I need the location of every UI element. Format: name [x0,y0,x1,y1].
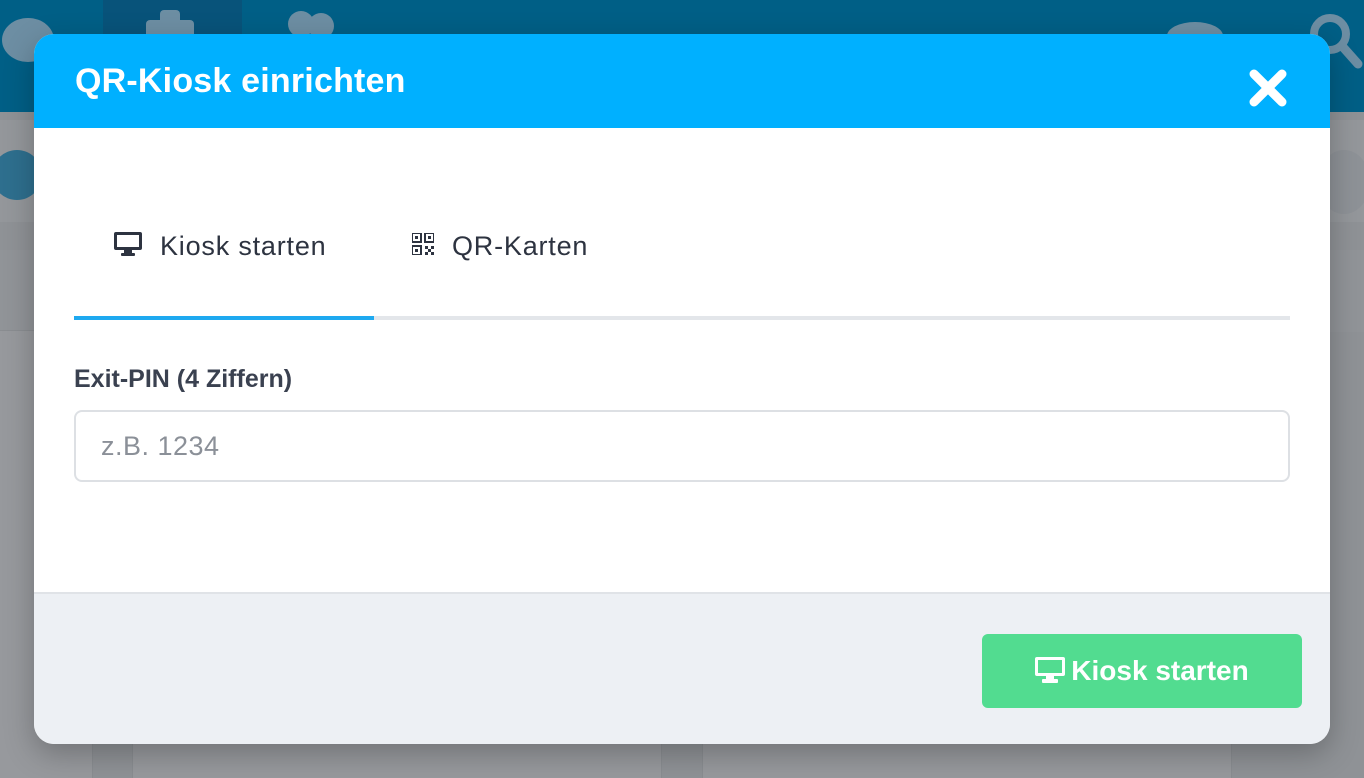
qrcode-icon [411,231,435,260]
close-icon[interactable] [1246,66,1290,110]
monitor-icon [114,231,142,261]
tab-bar: Kiosk starten QR-Karten [74,172,1290,320]
dialog-title: QR-Kiosk einrichten [75,62,406,100]
exit-pin-input[interactable] [74,410,1290,482]
pin-field-label: Exit-PIN (4 Ziffern) [74,365,293,393]
tab-label: QR-Karten [452,230,589,261]
dialog-footer: Kiosk starten [34,592,1330,744]
tab-qr-karten[interactable]: QR-Karten [411,172,589,320]
start-kiosk-button[interactable]: Kiosk starten [982,634,1302,708]
start-kiosk-label: Kiosk starten [1071,655,1249,686]
tab-kiosk-starten[interactable]: Kiosk starten [114,172,326,320]
card [132,740,662,778]
card [702,740,1232,778]
active-tab-indicator [74,316,374,320]
dialog-header: QR-Kiosk einrichten [34,34,1330,128]
monitor-icon [1035,656,1066,686]
tab-label: Kiosk starten [160,230,327,261]
qr-kiosk-dialog: QR-Kiosk einrichten Kiosk starten QR-Kar… [34,34,1330,744]
